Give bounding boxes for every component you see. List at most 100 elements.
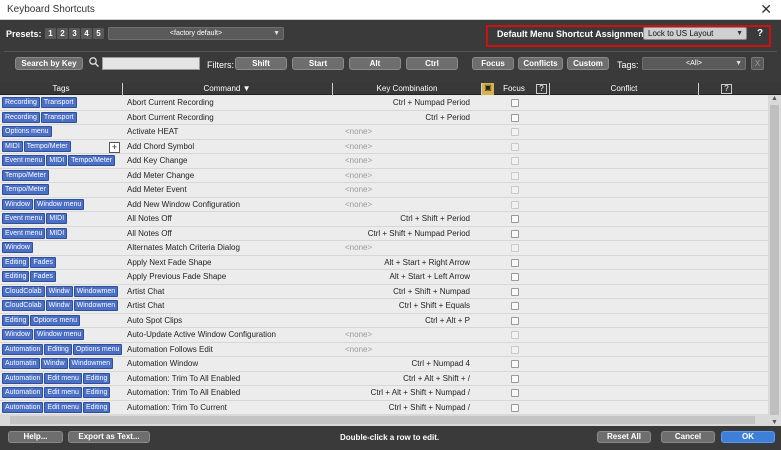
tag-badge[interactable]: Edit menu [44,372,82,384]
horizontal-scrollbar[interactable] [0,414,768,426]
focus-checkbox[interactable] [511,302,519,310]
filter-shift-button[interactable]: Shift [235,57,287,70]
focus-checkbox[interactable] [511,215,519,223]
tag-badge[interactable]: Editing [82,372,111,384]
focus-checkbox[interactable] [511,360,519,368]
tag-badge[interactable]: Edit menu [44,401,82,413]
table-row[interactable]: CloudColab Windw Windowmen Artist Chat Ctrl … [0,299,768,314]
table-row[interactable]: Recording Transport Abort Current Recordin… [0,96,768,111]
tag-badge[interactable]: Windowmen [73,285,119,297]
tag-badge[interactable]: Options menu [30,314,80,326]
tag-badge[interactable]: Tempo/Meter [68,155,115,166]
focus-checkbox[interactable] [511,99,519,107]
column-focus[interactable]: Focus [494,84,534,93]
focus-checkbox[interactable] [511,244,519,252]
scroll-up-icon[interactable]: ▲ [771,95,778,102]
tag-badge[interactable]: Windw [40,358,68,369]
search-input[interactable] [102,57,200,70]
conflict-help-icon[interactable]: ? [721,84,732,94]
focus-help-icon[interactable]: ? [536,84,547,94]
tag-badge[interactable]: Window [2,242,33,253]
clear-tags-button[interactable]: X [751,57,764,70]
tag-badge[interactable]: Editing [82,387,111,398]
column-key-combination[interactable]: Key Combination [333,84,481,93]
tag-badge[interactable]: Transport [40,97,77,108]
focus-checkbox[interactable] [511,374,519,383]
table-row[interactable]: MIDI Tempo/Meter + Add Chord Symbol <none> [0,139,768,154]
column-conflict[interactable]: Conflict [550,84,698,93]
default-menu-select[interactable]: Lock to US Layout ▼ [643,27,747,40]
tag-badge[interactable]: MIDI [2,140,23,152]
table-row[interactable]: AutomationEdit menuEditing Automation: Tr… [0,371,768,386]
tag-badge[interactable]: Options menu [72,343,123,355]
table-row[interactable]: Event menu MIDI All Notes Off Ctrl + Shift … [0,226,768,241]
tag-badge[interactable]: CloudColab [2,285,45,297]
tag-badge[interactable]: Recording [2,111,40,123]
search-by-key-button[interactable]: Search by Key [15,57,83,70]
close-icon[interactable]: ✕ [760,1,772,18]
export-as-text-button[interactable]: Export as Text... [68,431,150,443]
tag-badge[interactable]: Event menu [2,155,46,166]
tag-badge[interactable]: Windowmen [68,358,114,369]
tag-badge[interactable]: Windw [45,300,73,311]
tag-badge[interactable]: Event menu [2,227,46,239]
preset-3-button[interactable]: 3 [69,28,80,39]
help-button[interactable]: Help... [8,431,63,443]
tag-badge[interactable]: Editing [2,256,30,268]
table-row[interactable]: Automation Editing Options menu Automation … [0,342,768,357]
tag-badge[interactable]: Window menu [33,198,85,210]
vertical-scrollbar[interactable]: ▲ ▼ [768,95,781,426]
table-row[interactable]: AutomationEdit menuEditing Automation: Tr… [0,400,768,415]
focus-checkbox[interactable] [511,331,519,339]
tag-badge[interactable]: Automatin [2,358,40,369]
column-command[interactable]: Command ▼ [123,84,331,93]
tag-badge[interactable]: Recording [2,97,40,108]
table-row[interactable]: Editing Options menu Auto Spot Clips Ctrl +… [0,313,768,328]
filter-ctrl-button[interactable]: Ctrl [406,57,458,70]
focus-filter-button[interactable]: Focus [472,57,514,70]
table-row[interactable]: Window Window menu Auto-Update Active Wind… [0,328,768,343]
tag-badge[interactable]: Fades [30,256,56,268]
focus-checkbox[interactable] [511,229,519,238]
tag-badge[interactable]: Window [2,198,33,210]
help-icon[interactable]: ? [757,28,763,39]
focus-header-icon[interactable]: ▣ [482,83,494,95]
table-row[interactable]: Editing Fades Apply Next Fade Shape Alt + S… [0,255,768,270]
tag-badge[interactable]: Editing [2,271,30,282]
focus-checkbox[interactable] [511,200,519,209]
tag-badge[interactable]: Transport [40,111,77,123]
table-row[interactable]: Event menu MIDI Tempo/Meter Add Key Change <… [0,154,768,169]
table-row[interactable]: Editing Fades Apply Previous Fade Shape Alt… [0,270,768,285]
filter-alt-button[interactable]: Alt [349,57,401,70]
focus-checkbox[interactable] [511,273,519,281]
focus-checkbox[interactable] [511,345,519,354]
tag-badge[interactable]: MIDI [46,227,68,239]
tag-badge[interactable]: Automation [2,343,44,355]
focus-checkbox[interactable] [511,258,519,267]
table-row[interactable]: Tempo/Meter Add Meter Event <none> [0,183,768,198]
table-row[interactable]: Window Alternates Match Criteria Dialog <n… [0,241,768,256]
cancel-button[interactable]: Cancel [661,431,715,443]
tag-badge[interactable]: Window menu [33,329,85,340]
tag-badge[interactable]: MIDI [46,155,68,166]
table-row[interactable]: Tempo/Meter Add Meter Change <none> [0,168,768,183]
tag-badge[interactable]: Automation [2,401,44,413]
focus-checkbox[interactable] [511,186,519,194]
tag-badge[interactable]: Edit menu [44,387,82,398]
tag-badge[interactable]: MIDI [46,213,68,224]
custom-filter-button[interactable]: Custom [567,57,609,70]
conflicts-filter-button[interactable]: Conflicts [518,57,563,70]
focus-checkbox[interactable] [511,113,519,122]
focus-checkbox[interactable] [511,403,519,412]
table-row[interactable]: Event menu MIDI All Notes Off Ctrl + Shift … [0,212,768,227]
tag-badge[interactable]: Automation [2,387,44,398]
reset-all-button[interactable]: Reset All [597,431,651,443]
table-row[interactable]: Automatin Windw Windowmen Automation Window… [0,357,768,372]
scroll-down-icon[interactable]: ▼ [771,419,778,426]
tag-badge[interactable]: Event menu [2,213,46,224]
focus-checkbox[interactable] [511,157,519,165]
tag-badge[interactable]: Options menu [2,126,52,137]
tag-badge[interactable]: Tempo/Meter [2,169,49,181]
tag-badge[interactable]: Automation [2,372,44,384]
tag-badge[interactable]: CloudColab [2,300,45,311]
